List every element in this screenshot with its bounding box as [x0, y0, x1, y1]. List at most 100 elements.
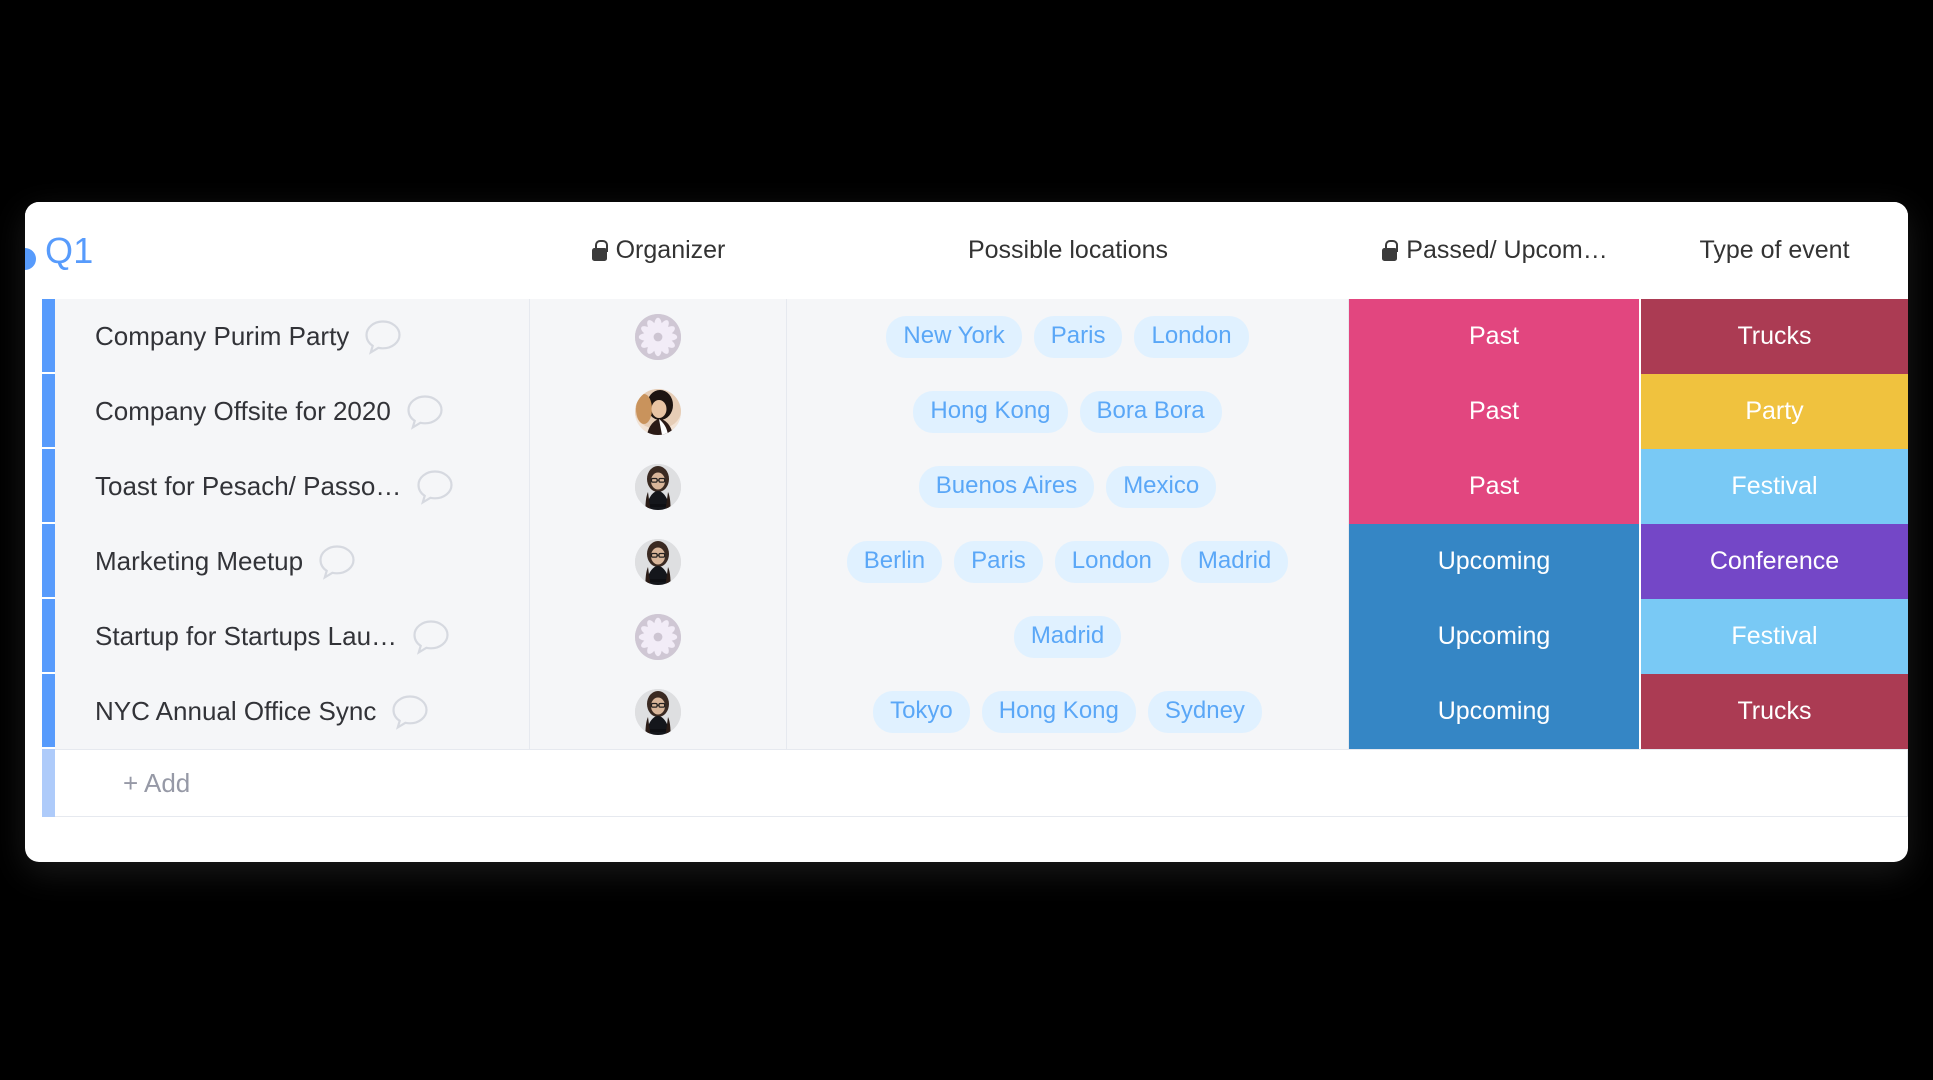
column-header-organizer-label: Organizer: [615, 236, 726, 264]
add-item-cell[interactable]: + Add: [55, 749, 1908, 817]
status-label: Past: [1468, 472, 1520, 500]
location-tag[interactable]: Berlin: [846, 540, 943, 583]
avatar[interactable]: [635, 463, 681, 510]
cell-item-name[interactable]: Startup for Startups Lau…: [55, 599, 530, 674]
cell-status[interactable]: Upcoming: [1349, 599, 1641, 674]
table-row: Startup for Startups Lau… Madrid Upcoming F…: [25, 599, 1908, 674]
item-name-label: Marketing Meetup: [95, 546, 304, 576]
type-of-event-label: Trucks: [1737, 322, 1812, 350]
column-header-possible-locations-label: Possible locations: [967, 236, 1169, 264]
board-card: Q1 Organizer Possible locations Passed/ …: [25, 202, 1908, 862]
type-of-event-label: Conference: [1709, 547, 1840, 575]
location-tag[interactable]: New York: [886, 315, 1022, 358]
table-row: Company Offsite for 2020 Hong Kong Bora Bo…: [25, 374, 1908, 449]
add-row-color-accent: [42, 749, 55, 817]
column-header-organizer[interactable]: Organizer: [530, 202, 787, 299]
cell-possible-locations[interactable]: Hong Kong Bora Bora: [787, 374, 1349, 449]
chat-bubble-icon[interactable]: [317, 543, 357, 581]
avatar[interactable]: [635, 388, 681, 435]
type-of-event-label: Festival: [1731, 472, 1818, 500]
cell-item-name[interactable]: Toast for Pesach/ Passo…: [55, 449, 530, 524]
cell-type-of-event[interactable]: Trucks: [1641, 674, 1908, 749]
location-tag[interactable]: Hong Kong: [913, 390, 1068, 433]
type-of-event-label: Trucks: [1737, 697, 1812, 725]
cell-organizer[interactable]: [530, 524, 787, 599]
row-color-accent: [42, 674, 55, 747]
row-color-accent: [42, 299, 55, 372]
status-label: Past: [1468, 322, 1520, 350]
cell-status[interactable]: Upcoming: [1349, 524, 1641, 599]
location-tag[interactable]: Paris: [954, 540, 1043, 583]
cell-type-of-event[interactable]: Conference: [1641, 524, 1908, 599]
location-tag[interactable]: Hong Kong: [981, 690, 1136, 733]
location-tag[interactable]: Buenos Aires: [918, 465, 1095, 508]
type-of-event-label: Festival: [1731, 622, 1818, 650]
row-color-accent: [42, 449, 55, 522]
cell-type-of-event[interactable]: Trucks: [1641, 299, 1908, 374]
cell-status[interactable]: Past: [1349, 374, 1641, 449]
location-tag[interactable]: London: [1134, 315, 1249, 358]
location-tag[interactable]: Sydney: [1147, 690, 1262, 733]
cell-status[interactable]: Past: [1349, 449, 1641, 524]
board-rows: Company Purim Party New York Paris London Pa…: [25, 299, 1908, 817]
location-tag[interactable]: Madrid: [1013, 615, 1122, 658]
add-item-label: + Add: [123, 767, 191, 798]
table-row: Marketing Meetup Berlin Paris London Madrid U…: [25, 524, 1908, 599]
cell-possible-locations[interactable]: Tokyo Hong Kong Sydney: [787, 674, 1349, 749]
location-tag[interactable]: Paris: [1033, 315, 1123, 358]
cell-organizer[interactable]: [530, 299, 787, 374]
row-color-accent: [42, 599, 55, 672]
location-tag[interactable]: Madrid: [1180, 540, 1289, 583]
avatar[interactable]: [635, 313, 681, 360]
status-label: Upcoming: [1437, 547, 1551, 575]
cell-item-name[interactable]: Marketing Meetup: [55, 524, 530, 599]
avatar[interactable]: [635, 688, 681, 735]
cell-item-name[interactable]: Company Purim Party: [55, 299, 530, 374]
cell-organizer[interactable]: [530, 449, 787, 524]
type-of-event-label: Party: [1745, 397, 1804, 425]
location-tag[interactable]: Bora Bora: [1079, 390, 1222, 433]
column-header-type-of-event[interactable]: Type of event: [1641, 202, 1908, 299]
chat-bubble-icon[interactable]: [363, 318, 403, 356]
board-header: Q1 Organizer Possible locations Passed/ …: [25, 202, 1908, 299]
column-header-possible-locations[interactable]: Possible locations: [787, 202, 1349, 299]
location-tag[interactable]: Mexico: [1106, 465, 1217, 508]
row-color-accent: [42, 374, 55, 447]
chat-bubble-icon[interactable]: [390, 693, 430, 731]
cell-organizer[interactable]: [530, 374, 787, 449]
column-header-type-of-event-label: Type of event: [1699, 236, 1850, 264]
table-row: NYC Annual Office Sync Tokyo Hong Kong Sydn…: [25, 674, 1908, 749]
cell-status[interactable]: Past: [1349, 299, 1641, 374]
cell-possible-locations[interactable]: Madrid: [787, 599, 1349, 674]
chat-bubble-icon[interactable]: [405, 393, 445, 431]
row-color-accent: [42, 524, 55, 597]
location-tag[interactable]: London: [1054, 540, 1169, 583]
location-tag[interactable]: Tokyo: [873, 690, 970, 733]
lock-icon: [591, 240, 608, 261]
column-header-status[interactable]: Passed/ Upcom…: [1349, 202, 1641, 299]
item-name-label: Toast for Pesach/ Passo…: [95, 471, 402, 501]
status-label: Upcoming: [1437, 622, 1551, 650]
collapse-group-arrow-icon[interactable]: [25, 248, 36, 270]
cell-organizer[interactable]: [530, 599, 787, 674]
status-label: Upcoming: [1437, 697, 1551, 725]
column-header-status-label: Passed/ Upcom…: [1406, 236, 1608, 264]
cell-type-of-event[interactable]: Festival: [1641, 599, 1908, 674]
group-title[interactable]: Q1: [45, 231, 93, 271]
cell-possible-locations[interactable]: New York Paris London: [787, 299, 1349, 374]
avatar[interactable]: [635, 538, 681, 585]
item-name-label: Startup for Startups Lau…: [95, 621, 398, 651]
avatar[interactable]: [635, 613, 681, 660]
cell-item-name[interactable]: NYC Annual Office Sync: [55, 674, 530, 749]
add-item-row[interactable]: + Add: [25, 749, 1908, 817]
cell-item-name[interactable]: Company Offsite for 2020: [55, 374, 530, 449]
chat-bubble-icon[interactable]: [411, 618, 451, 656]
cell-organizer[interactable]: [530, 674, 787, 749]
chat-bubble-icon[interactable]: [415, 468, 455, 506]
cell-possible-locations[interactable]: Buenos Aires Mexico: [787, 449, 1349, 524]
cell-type-of-event[interactable]: Party: [1641, 374, 1908, 449]
cell-type-of-event[interactable]: Festival: [1641, 449, 1908, 524]
cell-possible-locations[interactable]: Berlin Paris London Madrid: [787, 524, 1349, 599]
table-row: Toast for Pesach/ Passo… Buenos Aires Mexi…: [25, 449, 1908, 524]
cell-status[interactable]: Upcoming: [1349, 674, 1641, 749]
